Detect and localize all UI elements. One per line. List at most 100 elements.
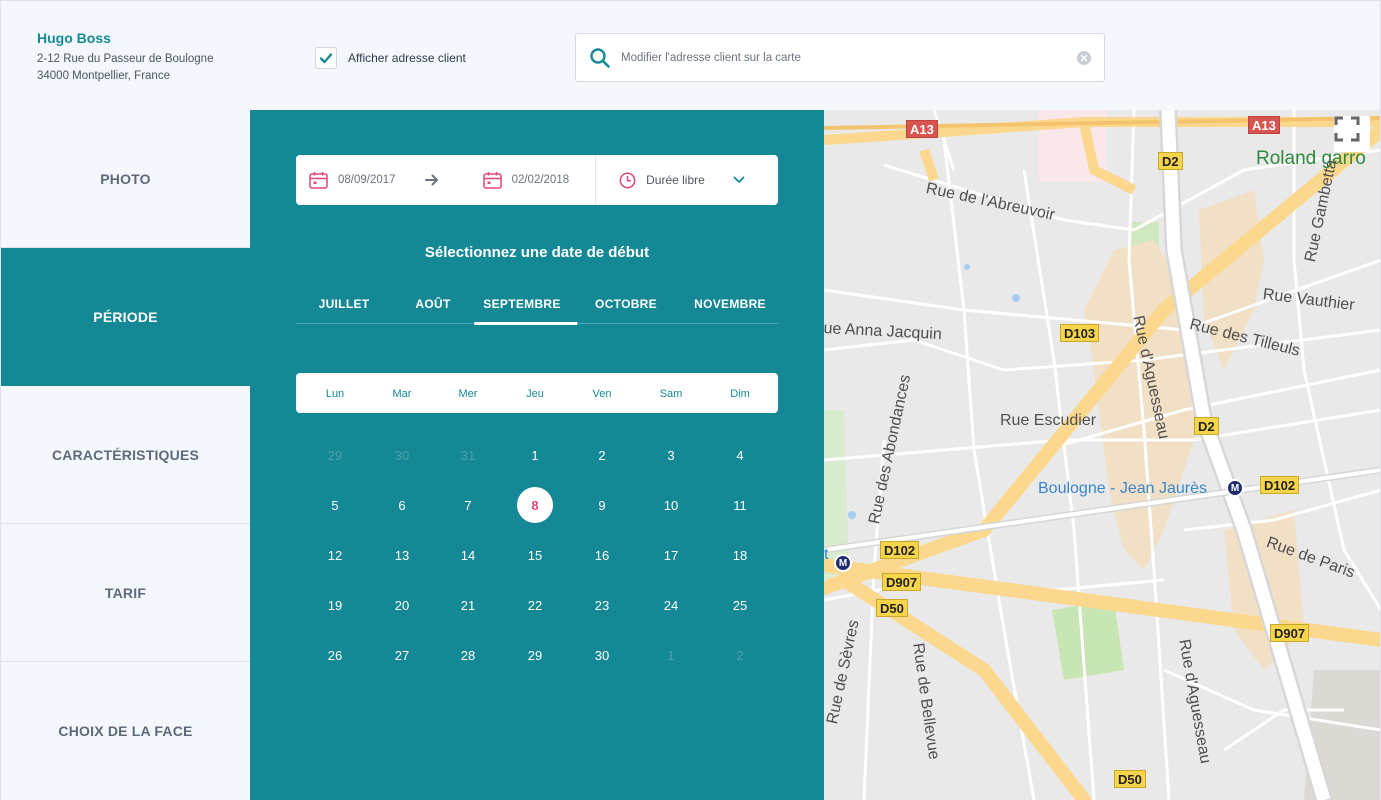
show-client-address-toggle[interactable]: Afficher adresse client	[315, 47, 466, 69]
client-address-line2: 34000 Montpellier, France	[37, 70, 170, 82]
calendar-day[interactable]: 17	[653, 537, 689, 573]
client-address-line1: 2-12 Rue du Passeur de Boulogne	[37, 53, 214, 65]
sidebar-item-label: CHOIX DE LA FACE	[58, 723, 193, 739]
weekday-label: Lun	[325, 388, 345, 400]
calendar-day[interactable]: 2	[584, 437, 620, 473]
weekday-label: Mar	[392, 388, 412, 400]
weekday-label: Sam	[659, 388, 683, 400]
date-range-bar: 08/09/2017 02/02/2018 Durée libre	[296, 155, 778, 205]
calendar-icon	[309, 172, 328, 189]
calendar-day[interactable]: 26	[317, 637, 353, 673]
weekday-label: Dim	[730, 388, 750, 400]
sidebar-item-label: PHOTO	[100, 170, 151, 187]
calendar-day[interactable]: 30	[384, 437, 420, 473]
sidebar-item-periode[interactable]: PÉRIODE	[1, 248, 250, 386]
road-badge-d102-right: D102	[1260, 476, 1300, 494]
calendar-day[interactable]: 12	[317, 537, 353, 573]
calendar-day[interactable]: 19	[317, 587, 353, 623]
month-tab-3[interactable]: OCTOBRE	[595, 297, 657, 311]
sidebar-item-label: CARACTÉRISTIQUES	[51, 446, 200, 463]
show-address-checkbox[interactable]	[315, 47, 337, 69]
month-tab-4[interactable]: NOVEMBRE	[694, 297, 766, 311]
calendar-day[interactable]: 18	[722, 537, 758, 573]
road-badge-d50-top: D50	[876, 599, 908, 617]
sidebar-item-label: TARIF	[104, 584, 147, 601]
map[interactable]: Roland garro Rue de l'Abreuvoir Rue Gamb…	[824, 110, 1381, 800]
calendar-day[interactable]: 2	[722, 637, 758, 673]
sidebar-item-caracteristiques[interactable]: CARACTÉRISTIQUES	[1, 386, 250, 524]
calendar-day[interactable]: 21	[450, 587, 486, 623]
month-tabs: JUILLET AOÛT SEPTEMBRE OCTOBRE NOVEMBRE	[296, 287, 778, 325]
calendar-day[interactable]: 31	[450, 437, 486, 473]
calendar-day[interactable]: 29	[517, 637, 553, 673]
arrow-right-icon	[424, 174, 439, 186]
chevron-down-icon	[733, 176, 745, 184]
map-label-boulogne: Boulogne - Jean Jaurès	[1038, 480, 1207, 497]
duration-text: Durée libre	[646, 173, 705, 187]
calendar-day[interactable]: 9	[584, 487, 620, 523]
calendar-day[interactable]: 14	[450, 537, 486, 573]
calendar-icon	[482, 172, 502, 189]
calendar-day[interactable]: 1	[653, 637, 689, 673]
calendar-day[interactable]: 30	[584, 637, 620, 673]
clock-icon	[619, 172, 636, 188]
metro-station-icon: M	[834, 554, 852, 572]
calendar-day[interactable]: 16	[584, 537, 620, 573]
map-label-station-fragment: t	[824, 546, 829, 563]
weekday-label: Ven	[592, 388, 612, 400]
duration-dropdown[interactable]: Durée libre	[619, 155, 745, 205]
address-search-box[interactable]	[575, 33, 1105, 82]
calendar-day[interactable]: 3	[653, 437, 689, 473]
road-badge-d103: D103	[1060, 324, 1100, 342]
calendar-day[interactable]: 4	[722, 437, 758, 473]
period-panel: 08/09/2017 02/02/2018 Durée libre Sélect…	[250, 110, 824, 800]
divider	[595, 155, 597, 205]
road-badge-d907-left: D907	[882, 573, 922, 591]
calendar-day[interactable]: 6	[384, 487, 420, 523]
weekday-label: Jeu	[526, 388, 544, 400]
start-date-field[interactable]: 08/09/2017	[309, 155, 396, 205]
checkmark-icon	[319, 53, 333, 64]
panel-title: Sélectionnez une date de début	[424, 244, 650, 261]
road-badge-d2-mid: D2	[1194, 417, 1219, 435]
calendar-day[interactable]: 10	[653, 487, 689, 523]
month-tab-2[interactable]: SEPTEMBRE	[474, 297, 579, 325]
calendar-day[interactable]: 20	[384, 587, 420, 623]
calendar-day[interactable]: 11	[722, 487, 758, 523]
start-date-text: 08/09/2017	[338, 174, 396, 186]
calendar-day[interactable]: 25	[722, 587, 758, 623]
road-badge-d907-right: D907	[1270, 624, 1310, 642]
road-badge-d2-top: D2	[1158, 152, 1183, 170]
sidebar-item-photo[interactable]: PHOTO	[1, 110, 250, 248]
calendar-day[interactable]: 5	[317, 487, 353, 523]
calendar-day[interactable]: 7	[450, 487, 486, 523]
map-roads	[824, 110, 1380, 800]
calendar-day[interactable]: 23	[584, 587, 620, 623]
client-name: Hugo Boss	[37, 30, 111, 46]
client-info: Hugo Boss 2-12 Rue du Passeur de Boulogn…	[37, 30, 213, 85]
month-tab-1[interactable]: AOÛT	[415, 297, 450, 311]
calendar-day[interactable]: 29	[317, 437, 353, 473]
sidebar-item-tarif[interactable]: TARIF	[1, 524, 250, 662]
weekday-label: Mer	[458, 388, 478, 400]
calendar-day[interactable]: 22	[517, 587, 553, 623]
road-badge-a13-left: A13	[906, 120, 938, 138]
calendar-day[interactable]: 27	[384, 637, 420, 673]
clear-icon[interactable]	[1077, 50, 1091, 65]
calendar-day[interactable]: 24	[653, 587, 689, 623]
end-date-field[interactable]: 02/02/2018	[482, 155, 570, 205]
calendar-day[interactable]: 8	[517, 487, 553, 523]
calendar-day[interactable]: 13	[384, 537, 420, 573]
fullscreen-button[interactable]	[1334, 116, 1370, 152]
metro-station-icon: M	[1226, 479, 1244, 497]
month-tab-0[interactable]: JUILLET	[319, 297, 370, 311]
end-date-text: 02/02/2018	[511, 174, 570, 186]
calendar-day[interactable]: 28	[450, 637, 486, 673]
address-search-input[interactable]	[621, 51, 1077, 64]
sidebar: PHOTO PÉRIODE CARACTÉRISTIQUES TARIF CHO…	[0, 110, 250, 800]
calendar-day[interactable]: 15	[517, 537, 553, 573]
sidebar-item-choix-face[interactable]: CHOIX DE LA FACE	[1, 662, 250, 800]
calendar-day[interactable]: 1	[517, 437, 553, 473]
header: Hugo Boss 2-12 Rue du Passeur de Boulogn…	[0, 0, 1381, 110]
search-icon	[589, 47, 611, 69]
